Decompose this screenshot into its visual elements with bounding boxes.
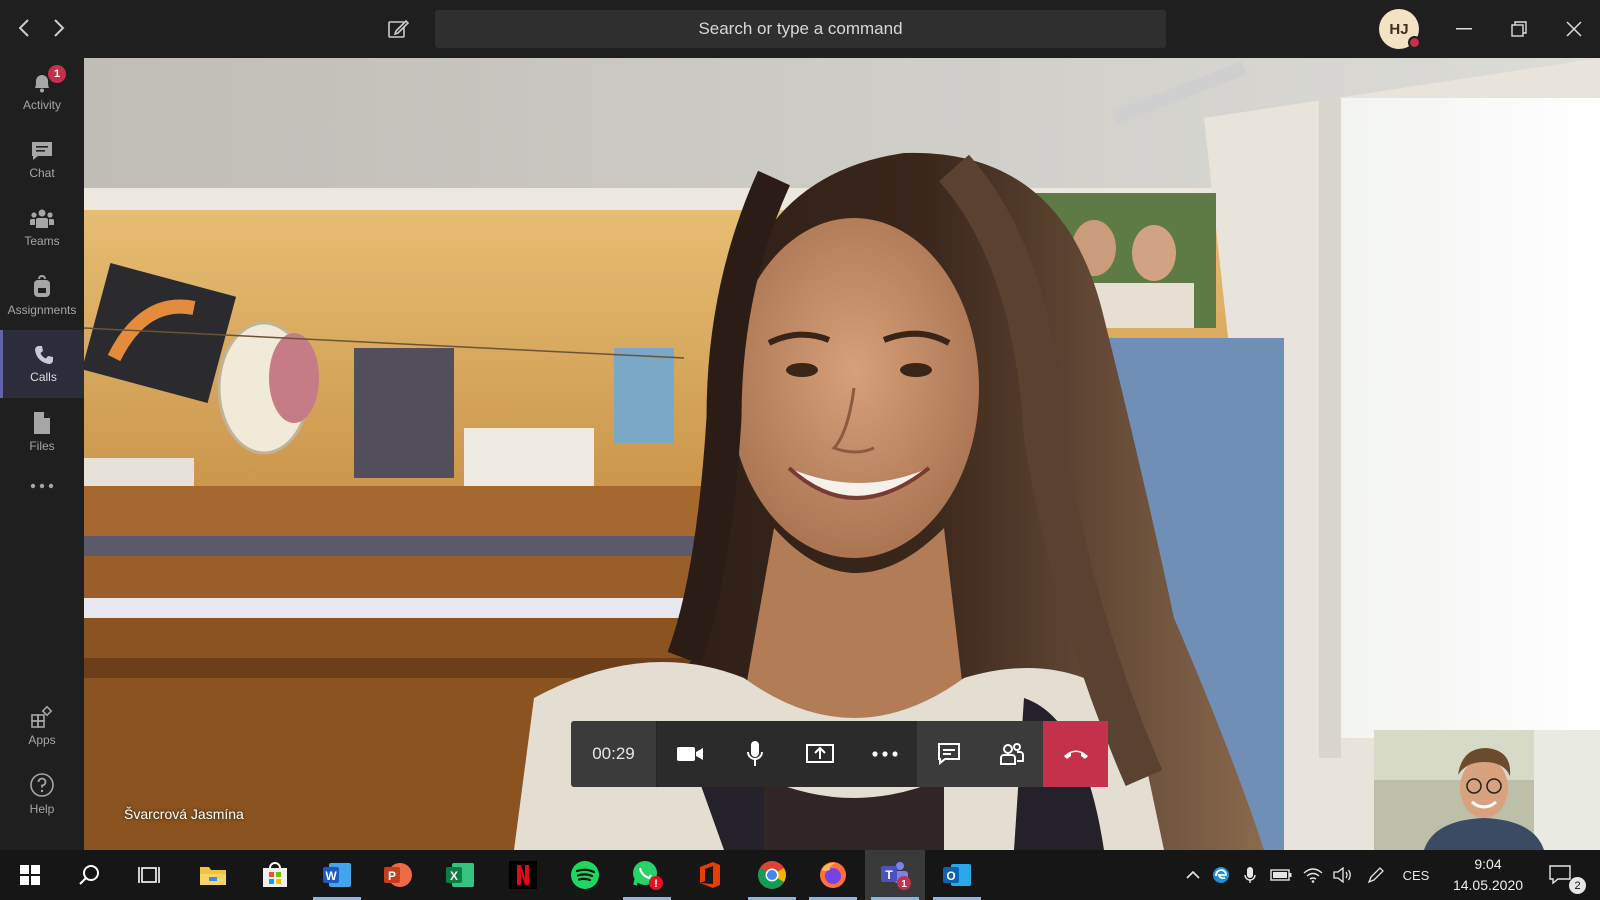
apps-icon: [31, 705, 53, 728]
clock-time: 9:04: [1474, 856, 1502, 872]
rail-item-help[interactable]: Help: [0, 760, 84, 828]
rail-item-apps[interactable]: Apps: [0, 692, 84, 760]
svg-text:!: !: [654, 878, 658, 890]
call-timer: 00:29: [571, 721, 657, 787]
share-screen-button[interactable]: [787, 721, 852, 787]
microsoft-teams-icon[interactable]: T1: [865, 850, 925, 900]
task-view-icon[interactable]: [120, 850, 180, 900]
search-command-input[interactable]: Search or type a command: [435, 10, 1166, 48]
presence-status-icon: [1408, 36, 1421, 49]
microphone-tray-icon[interactable]: [1237, 850, 1263, 900]
rail-label: Teams: [24, 234, 60, 248]
rail-item-calls[interactable]: Calls: [0, 330, 84, 398]
teams-taskbar-badge: 1: [901, 879, 907, 890]
more-options-icon: [871, 751, 898, 757]
more-options-button[interactable]: [852, 721, 917, 787]
show-participants-button[interactable]: [980, 721, 1043, 787]
show-conversation-button[interactable]: [917, 721, 980, 787]
file-explorer-icon[interactable]: [183, 850, 243, 900]
microsoft-store-icon[interactable]: [245, 850, 305, 900]
new-chat-compose-icon[interactable]: [387, 18, 410, 40]
firefox-icon[interactable]: [803, 850, 863, 900]
rail-label: Apps: [28, 733, 56, 747]
search-icon[interactable]: [60, 850, 120, 900]
restore-icon[interactable]: [1504, 14, 1534, 44]
spotify-icon[interactable]: [555, 850, 615, 900]
file-icon: [34, 412, 50, 434]
pen-workspace-icon[interactable]: [1362, 850, 1390, 900]
windows-taskbar: W P X ! T1 O CES 9:04 14.05.2020 2: [0, 850, 1600, 900]
input-language-indicator[interactable]: CES: [1396, 850, 1436, 900]
avatar-initials: HJ: [1389, 20, 1409, 38]
svg-text:X: X: [450, 869, 458, 883]
rail-label: Calls: [30, 370, 57, 384]
powerpoint-icon[interactable]: P: [368, 850, 428, 900]
activity-badge: 1: [48, 65, 66, 83]
share-screen-icon: [805, 744, 834, 763]
wifi-icon[interactable]: [1299, 850, 1327, 900]
help-icon: [30, 773, 54, 797]
svg-text:T: T: [885, 868, 893, 882]
volume-icon[interactable]: [1329, 850, 1357, 900]
rail-item-files[interactable]: Files: [0, 398, 84, 466]
call-stage: Švarcrová Jasmína 00:29: [84, 58, 1600, 850]
show-hidden-icons-chevron-icon[interactable]: [1180, 850, 1206, 900]
rail-item-teams[interactable]: Teams: [0, 194, 84, 262]
microphone-icon: [746, 741, 763, 766]
minimize-icon[interactable]: [1449, 14, 1479, 44]
participant-name: Švarcrová Jasmína: [124, 806, 244, 822]
search-placeholder: Search or type a command: [698, 19, 903, 38]
forward-arrow-icon[interactable]: [48, 16, 70, 40]
self-video-preview: [1374, 730, 1600, 850]
teams-icon: [30, 209, 54, 228]
netflix-icon[interactable]: [493, 850, 553, 900]
camera-icon: [676, 747, 703, 761]
chat-icon: [937, 743, 960, 766]
chrome-icon[interactable]: [742, 850, 802, 900]
close-icon[interactable]: [1559, 14, 1589, 44]
hang-up-button[interactable]: [1043, 721, 1108, 787]
rail-item-activity[interactable]: Activity 1: [0, 58, 84, 126]
call-controls: 00:29: [571, 721, 1115, 787]
svg-text:W: W: [325, 869, 337, 883]
clock-date: 14.05.2020: [1452, 877, 1524, 893]
title-bar: Search or type a command HJ: [0, 0, 1600, 58]
more-apps-ellipsis-icon[interactable]: [0, 468, 84, 508]
hang-up-icon: [1063, 750, 1088, 759]
office-icon[interactable]: [680, 850, 740, 900]
self-video-feed: [1374, 730, 1600, 850]
app-bar: Activity 1 Chat Teams Assignments Calls …: [0, 58, 84, 850]
start-windows-icon[interactable]: [0, 850, 60, 900]
rail-item-assignments[interactable]: Assignments: [0, 262, 84, 330]
back-arrow-icon[interactable]: [13, 16, 35, 40]
phone-icon: [34, 346, 53, 364]
outlook-icon[interactable]: O: [927, 850, 987, 900]
participants-icon: [999, 743, 1024, 765]
user-avatar[interactable]: HJ: [1379, 9, 1421, 49]
svg-text:O: O: [946, 869, 955, 883]
rail-label: Chat: [29, 166, 55, 180]
rail-label: Files: [29, 439, 55, 453]
rail-item-chat[interactable]: Chat: [0, 126, 84, 194]
backpack-icon: [34, 275, 50, 297]
chat-icon: [32, 142, 52, 160]
whatsapp-icon[interactable]: !: [617, 850, 677, 900]
edge-tray-icon[interactable]: [1208, 850, 1234, 900]
rail-label: Activity: [22, 98, 61, 112]
excel-icon[interactable]: X: [430, 850, 490, 900]
battery-icon[interactable]: [1266, 850, 1296, 900]
notification-count-badge: 2: [1569, 877, 1586, 894]
rail-label: Assignments: [7, 303, 77, 317]
svg-text:P: P: [388, 869, 396, 883]
word-icon[interactable]: W: [307, 850, 367, 900]
camera-toggle-button[interactable]: [657, 721, 722, 787]
system-clock[interactable]: 9:04 14.05.2020: [1445, 854, 1531, 896]
rail-label: Help: [29, 802, 55, 816]
microphone-toggle-button[interactable]: [722, 721, 787, 787]
